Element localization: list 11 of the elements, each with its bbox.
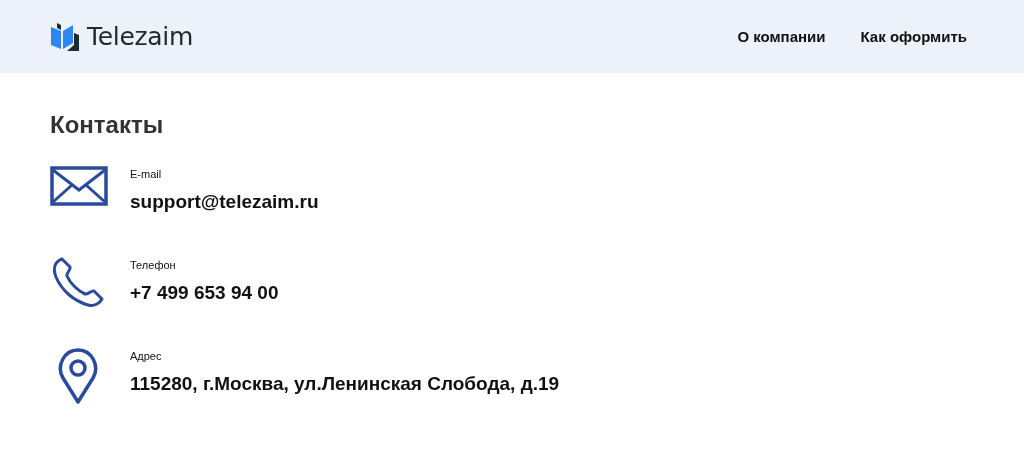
- nav-link[interactable]: Как оформить: [860, 28, 967, 45]
- logo-icon: [49, 20, 81, 53]
- contact-value: +7 499 653 94 00: [130, 282, 279, 304]
- contact-value: 115280, г.Москва, ул.Ленинская Слобода, д.19: [130, 373, 560, 395]
- contact-value: support@telezaim.ru: [130, 191, 319, 213]
- contact-label: Адрес: [130, 350, 163, 362]
- contact-label: E-mail: [130, 168, 163, 180]
- nav-link[interactable]: О компании: [737, 28, 826, 45]
- page-title: Контакты: [50, 111, 165, 139]
- contact-label: Телефон: [130, 259, 177, 271]
- logo-text[interactable]: Telezaim: [87, 22, 194, 51]
